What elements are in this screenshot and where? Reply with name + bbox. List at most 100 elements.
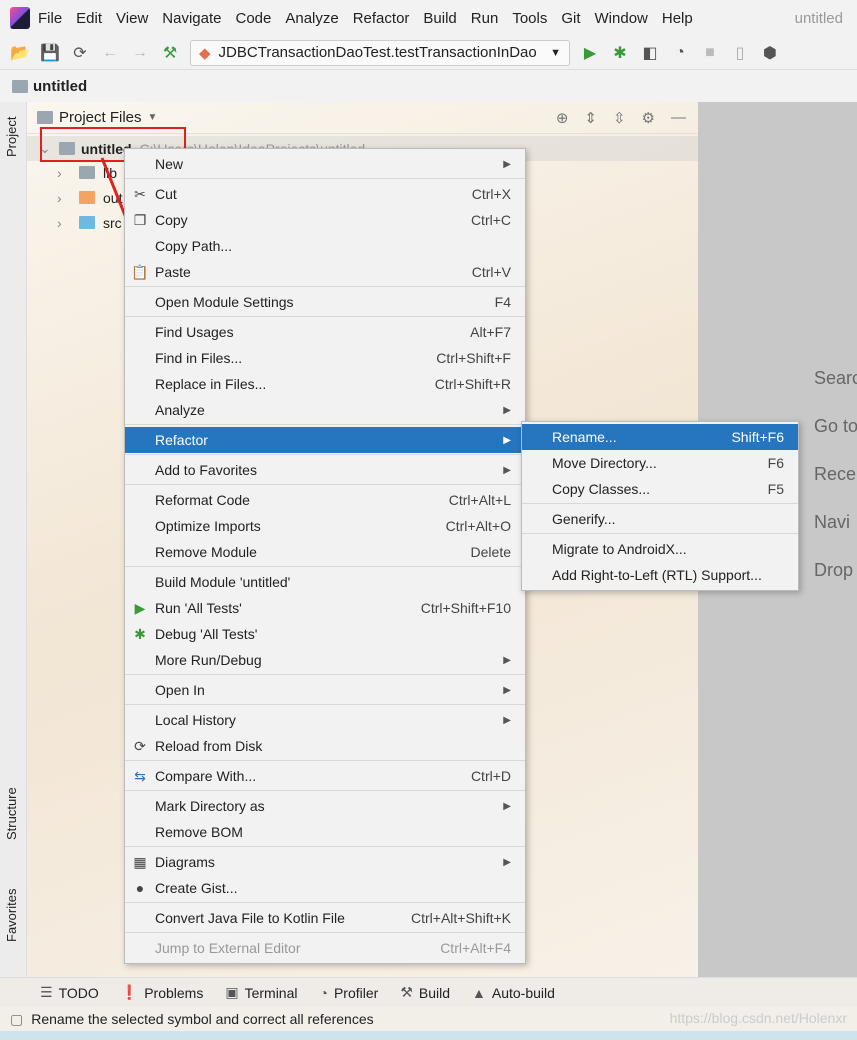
menu-item-label: Remove BOM [155, 824, 243, 840]
reload-icon: ⟳ [134, 737, 146, 754]
menu-item-paste[interactable]: 📋 Paste Ctrl+V [125, 259, 525, 285]
shortcut-label: Delete [470, 544, 511, 560]
bottom-tool-bar: ☰ TODO ❗ Problems ▣ Terminal ◔ Profiler ⚒ Build ▲ A… [0, 977, 857, 1007]
status-icon[interactable]: ▢ [10, 1011, 23, 1028]
menu-item-build-module-untitled[interactable]: Build Module 'untitled' [125, 569, 525, 595]
submenu-arrow-icon: ▶ [503, 856, 511, 868]
menu-separator [125, 484, 525, 485]
menu-item-jump-to-external-editor: Jump to External Editor Ctrl+Alt+F4 [125, 935, 525, 961]
menu-item-copy-path[interactable]: Copy Path... [125, 233, 525, 259]
clipboard-icon: 📋 [131, 263, 149, 280]
menu-item-label: Jump to External Editor [155, 940, 301, 956]
shortcut-label: Ctrl+Shift+F10 [420, 600, 511, 616]
submenu-arrow-icon: ▶ [503, 684, 511, 696]
tool-tab-todo[interactable]: ☰ TODO [40, 984, 99, 1001]
menu-item-more-run-debug[interactable]: More Run/Debug ▶ [125, 647, 525, 673]
terminal-icon: ▣ [225, 984, 239, 1000]
menu-item-move-directory[interactable]: Move Directory... F6 [522, 450, 798, 476]
menu-item-copy-classes[interactable]: Copy Classes... F5 [522, 476, 798, 502]
submenu-arrow-icon: ▶ [503, 158, 511, 170]
menu-item-reload-from-disk[interactable]: ⟳ Reload from Disk [125, 733, 525, 759]
menu-item-label: More Run/Debug [155, 652, 262, 668]
tool-tab-build[interactable]: ⚒ Build [400, 984, 450, 1001]
menu-item-replace-in-files[interactable]: Replace in Files... Ctrl+Shift+R [125, 371, 525, 397]
menu-item-compare-with[interactable]: ⇆ Compare With... Ctrl+D [125, 763, 525, 789]
shortcut-label: F5 [767, 481, 784, 497]
menu-item-remove-bom[interactable]: Remove BOM [125, 819, 525, 845]
menu-item-label: Copy [155, 212, 188, 228]
shortcut-label: Ctrl+C [470, 212, 511, 228]
menu-separator [125, 846, 525, 847]
tool-tab-label: Build [418, 984, 451, 1001]
menu-item-convert-java-file-to-kotlin-file[interactable]: Convert Java File to Kotlin File Ctrl+Alt… [125, 905, 525, 931]
menu-item-label: Add Right-to-Left (RTL) Support... [552, 567, 762, 583]
menu-item-mark-directory-as[interactable]: Mark Directory as ▶ [125, 793, 525, 819]
menu-separator [125, 178, 525, 179]
menu-item-label: Refactor [155, 432, 208, 448]
menu-item-label: Debug 'All Tests' [155, 626, 258, 642]
menu-item-analyze[interactable]: Analyze ▶ [125, 397, 525, 423]
menu-item-remove-module[interactable]: Remove Module Delete [125, 539, 525, 565]
menu-item-label: Replace in Files... [155, 376, 267, 392]
submenu-arrow-icon: ▶ [503, 434, 511, 446]
menu-separator [125, 316, 525, 317]
menu-item-label: Build Module 'untitled' [155, 574, 291, 590]
tool-tab-label: TODO [58, 984, 99, 1001]
menu-separator [125, 932, 525, 933]
run-icon: ▶ [134, 599, 146, 616]
menu-item-debug-all-tests[interactable]: ✱ Debug 'All Tests' [125, 621, 525, 647]
tool-tab-auto-build[interactable]: ▲ Auto-build [472, 985, 555, 1001]
menu-item-label: Run 'All Tests' [155, 600, 242, 616]
menu-item-local-history[interactable]: Local History ▶ [125, 707, 525, 733]
submenu-arrow-icon: ▶ [503, 714, 511, 726]
watermark: https://blog.csdn.net/Holenxr [669, 1010, 847, 1026]
menu-item-open-in[interactable]: Open In ▶ [125, 677, 525, 703]
menu-item-add-to-favorites[interactable]: Add to Favorites ▶ [125, 457, 525, 483]
shortcut-label: Shift+F6 [731, 429, 784, 445]
shortcut-label: Ctrl+Alt+Shift+K [411, 910, 511, 926]
shortcut-label: Ctrl+V [471, 264, 511, 280]
menu-item-refactor[interactable]: Refactor ▶ [125, 427, 525, 453]
refactor-submenu: Rename... Shift+F6 Move Directory... F6 Copy… [521, 421, 799, 591]
diagram-icon: ▦ [133, 853, 147, 870]
shortcut-label: Ctrl+Shift+F [436, 350, 511, 366]
menu-item-optimize-imports[interactable]: Optimize Imports Ctrl+Alt+O [125, 513, 525, 539]
shortcut-label: Ctrl+Alt+F4 [440, 940, 511, 956]
menu-item-label: Mark Directory as [155, 798, 265, 814]
shortcut-label: Ctrl+Alt+L [448, 492, 511, 508]
menu-item-find-usages[interactable]: Find Usages Alt+F7 [125, 319, 525, 345]
menu-item-label: Local History [155, 712, 236, 728]
menu-item-label: Paste [155, 264, 191, 280]
menu-item-label: Optimize Imports [155, 518, 261, 534]
menu-item-diagrams[interactable]: ▦ Diagrams ▶ [125, 849, 525, 875]
menu-item-create-gist[interactable]: ● Create Gist... [125, 875, 525, 901]
menu-item-label: Reformat Code [155, 492, 250, 508]
menu-item-rename[interactable]: Rename... Shift+F6 [522, 424, 798, 450]
bug-icon: ✱ [134, 625, 146, 642]
menu-separator [125, 790, 525, 791]
tool-tab-problems[interactable]: ❗ Problems [121, 984, 204, 1001]
menu-item-new[interactable]: New ▶ [125, 151, 525, 177]
menu-item-cut[interactable]: ✂ Cut Ctrl+X [125, 181, 525, 207]
menu-item-reformat-code[interactable]: Reformat Code Ctrl+Alt+L [125, 487, 525, 513]
menu-item-find-in-files[interactable]: Find in Files... Ctrl+Shift+F [125, 345, 525, 371]
profiler-icon: ◔ [319, 984, 328, 1001]
tool-tab-terminal[interactable]: ▣ Terminal [225, 984, 297, 1001]
shortcut-label: Ctrl+D [470, 768, 511, 784]
menu-item-add-right-to-left-rtl-support[interactable]: Add Right-to-Left (RTL) Support... [522, 562, 798, 588]
shortcut-label: Alt+F7 [470, 324, 511, 340]
menu-item-label: Open In [155, 682, 205, 698]
tool-tab-profiler[interactable]: ◔ Profiler [319, 985, 378, 1001]
menu-item-generify[interactable]: Generify... [522, 506, 798, 532]
compare-icon: ⇆ [134, 767, 146, 784]
copy-icon: ❐ [133, 211, 147, 228]
menu-item-migrate-to-androidx[interactable]: Migrate to AndroidX... [522, 536, 798, 562]
menu-item-label: Find in Files... [155, 350, 243, 366]
shortcut-label: Ctrl+Alt+O [445, 518, 511, 534]
menu-item-label: Add to Favorites [155, 462, 257, 478]
menu-item-copy[interactable]: ❐ Copy Ctrl+C [125, 207, 525, 233]
menu-item-run-all-tests[interactable]: ▶ Run 'All Tests' Ctrl+Shift+F10 [125, 595, 525, 621]
menu-separator [125, 760, 525, 761]
menu-item-label: Copy Path... [155, 238, 233, 254]
menu-item-open-module-settings[interactable]: Open Module Settings F4 [125, 289, 525, 315]
